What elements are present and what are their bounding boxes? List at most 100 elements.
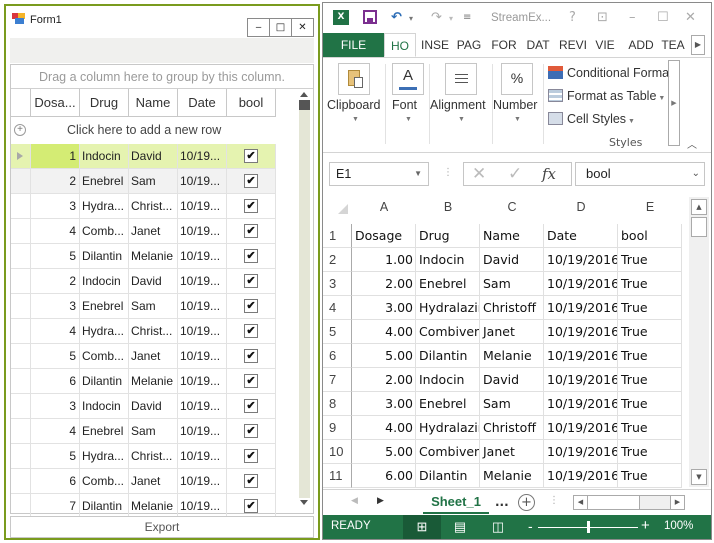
cell-drug[interactable]: Enebrel bbox=[80, 169, 129, 193]
scroll-up-icon[interactable]: ▲ bbox=[691, 199, 707, 215]
cell-name[interactable]: Janet bbox=[129, 219, 178, 243]
cell-date[interactable]: 10/19... bbox=[178, 219, 227, 243]
row-header[interactable]: 8 bbox=[323, 392, 352, 416]
chevron-down-icon[interactable]: ▼ bbox=[414, 163, 422, 185]
row-header[interactable]: 6 bbox=[323, 344, 352, 368]
row-header[interactable] bbox=[11, 394, 31, 418]
column-header-bool[interactable]: bool bbox=[227, 89, 276, 117]
redo-icon[interactable]: ↷ bbox=[431, 10, 442, 25]
cell-date[interactable]: 10/19... bbox=[178, 344, 227, 368]
cell-d[interactable]: 10/19/2016 bbox=[544, 272, 618, 296]
cell-dosage[interactable]: 7 bbox=[31, 494, 80, 518]
cell-name[interactable]: David bbox=[129, 269, 178, 293]
row-header[interactable] bbox=[11, 419, 31, 443]
tab-page-layout[interactable]: PAG bbox=[453, 33, 485, 57]
cell-d[interactable]: 10/19/2016 bbox=[544, 416, 618, 440]
worksheet[interactable]: A B C D E 1 Dosage Drug Name Date bool 2 1.00 In… bbox=[323, 193, 689, 488]
cell-bool[interactable]: ✔ bbox=[227, 144, 276, 168]
checkbox[interactable]: ✔ bbox=[244, 424, 258, 438]
cell-bool[interactable]: ✔ bbox=[227, 419, 276, 443]
ribbon-display-icon[interactable]: ⊡ bbox=[597, 10, 608, 25]
cell-name[interactable]: Melanie bbox=[129, 244, 178, 268]
cell-e[interactable]: True bbox=[618, 416, 682, 440]
close-icon[interactable]: ✕ bbox=[685, 10, 696, 25]
sheet-tab-sheet1[interactable]: Sheet_1 bbox=[423, 490, 489, 514]
cell-date[interactable]: 10/19... bbox=[178, 269, 227, 293]
cell-drug[interactable]: Hydra... bbox=[80, 194, 129, 218]
scroll-down-icon[interactable] bbox=[300, 500, 308, 505]
cell-name[interactable]: Christ... bbox=[129, 319, 178, 343]
tab-split-grip-icon[interactable]: ⋮ bbox=[549, 495, 559, 506]
cell-a[interactable]: 4.00 bbox=[352, 320, 416, 344]
cell-b[interactable]: Hydralazir bbox=[416, 416, 480, 440]
help-icon[interactable]: ? bbox=[569, 10, 576, 25]
checkbox[interactable]: ✔ bbox=[244, 399, 258, 413]
horizontal-scrollbar[interactable]: ◀ ▶ bbox=[573, 495, 685, 510]
cell-dosage[interactable]: 4 bbox=[31, 219, 80, 243]
expand-formula-icon[interactable]: ⌄ bbox=[692, 163, 700, 185]
cell-styles-button[interactable]: Cell Styles ▼ bbox=[548, 112, 635, 126]
checkbox[interactable]: ✔ bbox=[244, 199, 258, 213]
cell-e[interactable]: True bbox=[618, 296, 682, 320]
cell-drug[interactable]: Indocin bbox=[80, 394, 129, 418]
checkbox[interactable]: ✔ bbox=[244, 149, 258, 163]
cell-e[interactable]: True bbox=[618, 344, 682, 368]
cell-b[interactable]: Enebrel bbox=[416, 272, 480, 296]
cell-c[interactable]: Name bbox=[480, 224, 544, 248]
undo-icon[interactable]: ↶ bbox=[391, 10, 402, 25]
zoom-in-icon[interactable]: + bbox=[641, 517, 650, 534]
format-as-table-button[interactable]: Format as Table ▼ bbox=[548, 89, 665, 103]
conditional-formatting-button[interactable]: Conditional Forma bbox=[548, 66, 669, 80]
cell-name[interactable]: Sam bbox=[129, 294, 178, 318]
tab-file[interactable]: FILE bbox=[323, 33, 384, 57]
cell-e[interactable]: True bbox=[618, 440, 682, 464]
ribbon-expand-icon[interactable]: ▶ bbox=[668, 60, 680, 146]
table-row[interactable]: 4 Comb... Janet 10/19... ✔ bbox=[11, 219, 276, 244]
cell-d[interactable]: 10/19/2016 bbox=[544, 344, 618, 368]
cell-c[interactable]: David bbox=[480, 248, 544, 272]
cell-drug[interactable]: Dilantin bbox=[80, 244, 129, 268]
checkbox[interactable]: ✔ bbox=[244, 349, 258, 363]
form1-titlebar[interactable]: Form1 ‒ □ ✕ bbox=[6, 6, 318, 37]
row-header[interactable]: 5 bbox=[323, 320, 352, 344]
cell-name[interactable]: Janet bbox=[129, 469, 178, 493]
cell-name[interactable]: David bbox=[129, 394, 178, 418]
cell-c[interactable]: Janet bbox=[480, 320, 544, 344]
cell-a[interactable]: 1.00 bbox=[352, 248, 416, 272]
ribbon-group-number[interactable]: % Number ▼ bbox=[493, 58, 541, 152]
cell-e[interactable]: True bbox=[618, 272, 682, 296]
cell-d[interactable]: 10/19/2016 bbox=[544, 248, 618, 272]
formula-input[interactable]: bool ⌄ bbox=[575, 162, 705, 186]
row-header[interactable] bbox=[11, 469, 31, 493]
cell-drug[interactable]: Indocin bbox=[80, 269, 129, 293]
cell-b[interactable]: Hydralazir bbox=[416, 296, 480, 320]
cell-d[interactable]: Date bbox=[544, 224, 618, 248]
cell-c[interactable]: Janet bbox=[480, 440, 544, 464]
cell-d[interactable]: 10/19/2016 bbox=[544, 464, 618, 488]
cell-date[interactable]: 10/19... bbox=[178, 294, 227, 318]
cell-dosage[interactable]: 4 bbox=[31, 419, 80, 443]
column-header-date[interactable]: Date bbox=[178, 89, 227, 117]
customize-qat-icon[interactable]: ≡ bbox=[463, 12, 471, 23]
cell-e[interactable]: True bbox=[618, 392, 682, 416]
formula-bar-grip-icon[interactable]: ⋮ bbox=[443, 167, 453, 178]
zoom-out-icon[interactable]: - bbox=[528, 518, 533, 534]
cell-e[interactable]: bool bbox=[618, 224, 682, 248]
cell-dosage[interactable]: 6 bbox=[31, 469, 80, 493]
cell-a[interactable]: 6.00 bbox=[352, 464, 416, 488]
cell-bool[interactable]: ✔ bbox=[227, 494, 276, 518]
cell-bool[interactable]: ✔ bbox=[227, 444, 276, 468]
cell-dosage[interactable]: 3 bbox=[31, 394, 80, 418]
cell-dosage[interactable]: 6 bbox=[31, 369, 80, 393]
table-row[interactable]: 3 Indocin David 10/19... ✔ bbox=[11, 394, 276, 419]
cell-d[interactable]: 10/19/2016 bbox=[544, 392, 618, 416]
minimize-button[interactable]: ‒ bbox=[247, 18, 270, 37]
table-row[interactable]: 1 Indocin David 10/19... ✔ bbox=[11, 144, 276, 169]
ribbon-group-clipboard[interactable]: Clipboard ▼ bbox=[325, 58, 383, 152]
cell-a[interactable]: 2.00 bbox=[352, 272, 416, 296]
prev-sheet-icon[interactable]: ◀ bbox=[351, 496, 358, 506]
cell-name[interactable]: David bbox=[129, 144, 178, 168]
row-header[interactable] bbox=[11, 344, 31, 368]
tab-review[interactable]: REVI bbox=[557, 33, 589, 57]
cell-date[interactable]: 10/19... bbox=[178, 369, 227, 393]
